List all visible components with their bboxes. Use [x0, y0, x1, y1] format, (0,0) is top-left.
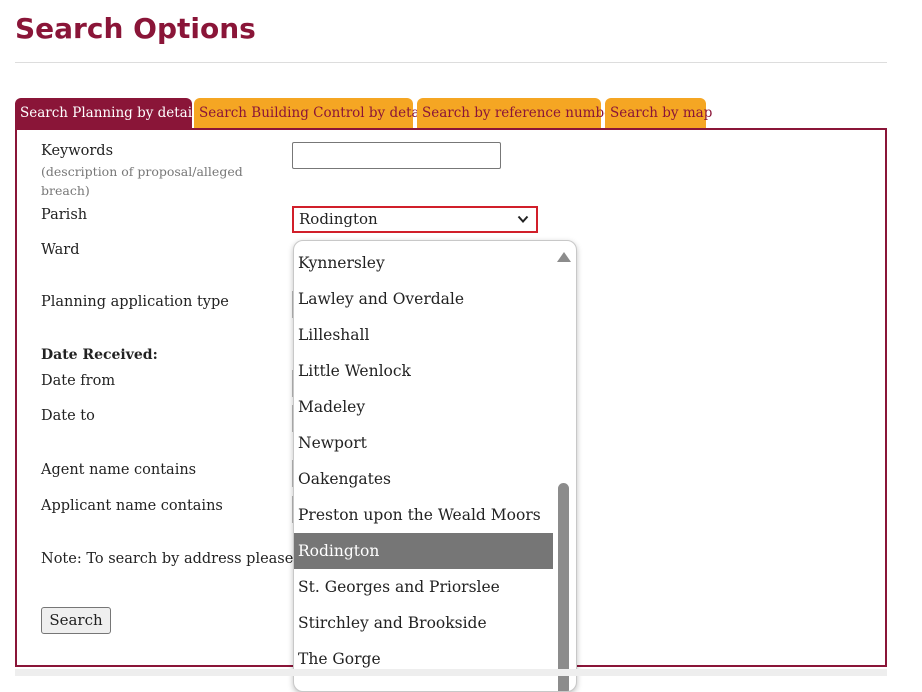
page-footer-strip	[15, 669, 887, 676]
parish-option[interactable]: Newport	[294, 425, 553, 461]
keywords-label: Keywords	[41, 143, 114, 159]
parish-option[interactable]: Oakengates	[294, 461, 553, 497]
dropdown-scrollbar-thumb[interactable]	[558, 483, 569, 691]
parish-option[interactable]: St. Georges and Priorslee	[294, 569, 553, 605]
parish-select[interactable]: Rodington	[292, 206, 538, 233]
search-button[interactable]: Search	[41, 607, 111, 634]
tab-search-building-control-by-details[interactable]: Search Building Control by details	[194, 98, 435, 129]
parish-option[interactable]: Stirchley and Brookside	[294, 605, 553, 641]
agent-name-label: Agent name contains	[41, 462, 197, 478]
address-search-note: Note: To search by address please use	[41, 551, 293, 567]
tab-search-planning-by-details[interactable]: Search Planning by details	[15, 98, 203, 129]
date-from-label: Date from	[41, 373, 116, 389]
parish-option[interactable]: Little Wenlock	[294, 353, 553, 389]
parish-option[interactable]: Lawley and Overdale	[294, 281, 553, 317]
tab-search-by-reference-number[interactable]: Search by reference number	[417, 98, 619, 129]
parish-option[interactable]: Lilleshall	[294, 317, 553, 353]
parish-select-value: Rodington	[299, 210, 378, 228]
scroll-up-arrow-icon[interactable]	[556, 251, 572, 263]
title-divider	[15, 62, 887, 63]
parish-option-selected[interactable]: Rodington	[294, 533, 553, 569]
parish-dropdown-list[interactable]: Kynnersley Lawley and Overdale Lilleshal…	[293, 240, 577, 692]
ward-label: Ward	[41, 242, 80, 258]
page-title: Search Options	[15, 12, 256, 45]
parish-label: Parish	[41, 207, 88, 223]
parish-option[interactable]: Preston upon the Weald Moors	[294, 497, 553, 533]
planning-application-type-label: Planning application type	[41, 294, 229, 310]
parish-option[interactable]: Madeley	[294, 389, 553, 425]
parish-option[interactable]: Kynnersley	[294, 245, 553, 281]
date-received-heading: Date Received:	[41, 347, 158, 363]
tab-search-by-map[interactable]: Search by map	[605, 98, 712, 129]
keywords-input[interactable]	[292, 142, 501, 169]
chevron-down-icon	[517, 215, 529, 223]
keywords-hint: (description of proposal/alleged breach)	[41, 164, 243, 198]
date-to-label: Date to	[41, 408, 95, 424]
applicant-name-label: Applicant name contains	[41, 498, 223, 514]
